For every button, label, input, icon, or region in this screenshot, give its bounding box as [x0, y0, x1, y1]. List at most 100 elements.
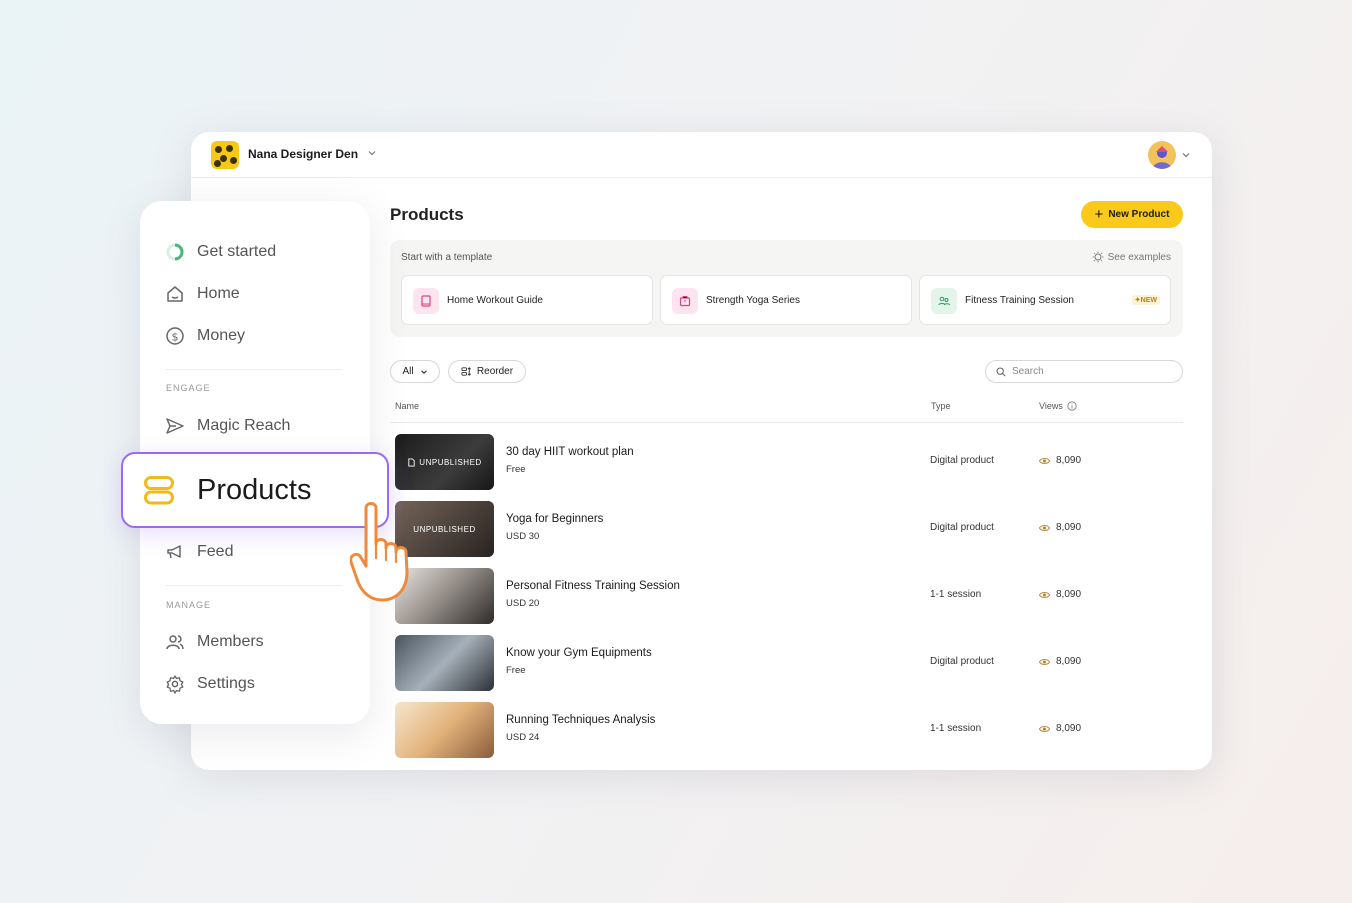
- user-avatar[interactable]: [1148, 141, 1176, 169]
- new-product-label: New Product: [1108, 209, 1170, 220]
- chevron-down-icon[interactable]: [1181, 150, 1191, 160]
- product-thumbnail: [395, 702, 494, 758]
- search-input[interactable]: [1012, 366, 1172, 377]
- column-header-type[interactable]: Type: [931, 401, 951, 411]
- sidebar-item-products[interactable]: Products: [121, 452, 389, 528]
- sidebar-label: Members: [197, 633, 264, 650]
- product-price: USD 30: [506, 531, 540, 542]
- reorder-icon: [461, 367, 471, 376]
- see-examples-label: See examples: [1107, 251, 1171, 263]
- template-label: Fitness Training Session: [965, 295, 1074, 306]
- sidebar-label: Magic Reach: [197, 417, 291, 434]
- product-price: Free: [506, 464, 526, 475]
- members-icon: [166, 635, 184, 650]
- product-thumbnail: UNPUBLISHED: [395, 434, 494, 490]
- template-card-fitness-training[interactable]: Fitness Training Session ✦NEW: [919, 275, 1171, 325]
- table-row[interactable]: Running Techniques Analysis USD 24 1-1 s…: [390, 702, 1183, 760]
- section-manage: MANAGE: [166, 600, 212, 610]
- chevron-down-icon: [420, 369, 427, 374]
- eye-icon: [1039, 457, 1050, 464]
- sidebar-label: Feed: [197, 543, 234, 560]
- product-type: Digital product: [930, 522, 994, 533]
- progress-ring-icon: [166, 243, 184, 261]
- template-heading: Start with a template: [401, 252, 493, 263]
- plus-icon: +: [1094, 205, 1104, 223]
- product-price: USD 20: [506, 598, 540, 609]
- sidebar-label: Get started: [197, 243, 277, 260]
- sidebar-item-home[interactable]: Home: [165, 284, 240, 304]
- product-price: USD 24: [506, 732, 540, 743]
- bees-logo-icon[interactable]: [211, 141, 239, 169]
- product-thumbnail: [395, 635, 494, 691]
- new-product-button[interactable]: + New Product: [1081, 201, 1183, 228]
- table-row[interactable]: UNPUBLISHED Yoga for Beginners USD 30 Di…: [390, 501, 1183, 559]
- product-type: 1-1 session: [930, 723, 982, 734]
- new-badge: ✦NEW: [1131, 295, 1160, 305]
- gear-icon: [166, 675, 184, 694]
- sidebar-item-magic-reach[interactable]: Magic Reach: [165, 416, 290, 436]
- views-header-label: Views: [1039, 401, 1063, 411]
- page-title: Products: [390, 205, 464, 224]
- product-type: 1-1 session: [930, 589, 982, 600]
- product-name[interactable]: Know your Gym Equipments: [506, 647, 652, 659]
- book-icon: [413, 288, 439, 314]
- see-examples-link[interactable]: See examples: [1092, 251, 1171, 263]
- divider: [166, 585, 342, 586]
- sidebar-item-members[interactable]: Members: [165, 632, 264, 652]
- sidebar-item-feed[interactable]: Feed: [165, 542, 233, 562]
- sidebar-item-money[interactable]: $ Money: [165, 326, 245, 346]
- product-price: Free: [506, 665, 526, 676]
- sidebar-item-settings[interactable]: Settings: [165, 674, 255, 694]
- template-card-home-workout[interactable]: Home Workout Guide: [401, 275, 653, 325]
- product-name[interactable]: 30 day HIIT workout plan: [506, 446, 634, 458]
- table-row[interactable]: Personal Fitness Training Session USD 20…: [390, 568, 1183, 626]
- reorder-label: Reorder: [476, 366, 514, 377]
- chevron-down-icon[interactable]: [367, 148, 377, 158]
- sidebar-label: Home: [197, 285, 240, 302]
- community-name[interactable]: Nana Designer Den: [248, 147, 358, 161]
- template-label: Strength Yoga Series: [706, 295, 800, 306]
- header-divider: [390, 422, 1183, 423]
- product-name[interactable]: Personal Fitness Training Session: [506, 580, 680, 592]
- product-name[interactable]: Running Techniques Analysis: [506, 714, 655, 726]
- table-row[interactable]: Know your Gym Equipments Free Digital pr…: [390, 635, 1183, 693]
- product-name[interactable]: Yoga for Beginners: [506, 513, 603, 525]
- send-icon: [166, 418, 184, 434]
- products-icon: [144, 476, 174, 505]
- people-icon: [931, 288, 957, 314]
- section-engage: ENGAGE: [166, 383, 211, 393]
- sidebar-label: Settings: [197, 675, 255, 692]
- product-views: 8,090: [1039, 522, 1081, 533]
- document-icon: [408, 457, 415, 467]
- top-bar: Nana Designer Den: [191, 132, 1212, 178]
- sidebar-item-get-started[interactable]: Get started: [165, 242, 276, 262]
- dollar-circle-icon: $: [166, 327, 184, 345]
- info-icon[interactable]: [1067, 401, 1077, 411]
- divider: [166, 369, 342, 370]
- column-header-name[interactable]: Name: [395, 401, 419, 411]
- template-card-strength-yoga[interactable]: Strength Yoga Series: [660, 275, 912, 325]
- search-box[interactable]: [985, 360, 1183, 383]
- product-type: Digital product: [930, 455, 994, 466]
- home-icon: [167, 286, 183, 302]
- pointer-hand-icon: [350, 502, 409, 602]
- template-label: Home Workout Guide: [447, 295, 543, 306]
- product-views: 8,090: [1039, 723, 1081, 734]
- column-header-views[interactable]: Views: [1039, 401, 1077, 411]
- megaphone-icon: [167, 545, 181, 559]
- product-views: 8,090: [1039, 656, 1081, 667]
- search-icon: [996, 366, 1006, 377]
- table-row[interactable]: UNPUBLISHED 30 day HIIT workout plan Fre…: [390, 434, 1183, 492]
- box-icon: [672, 288, 698, 314]
- product-views: 8,090: [1039, 589, 1081, 600]
- filter-all-label: All: [402, 366, 414, 377]
- template-section: Start with a template See examples Home …: [390, 240, 1183, 337]
- products-label: Products: [197, 473, 312, 506]
- unpublished-badge: UNPUBLISHED: [395, 434, 494, 490]
- reorder-button[interactable]: Reorder: [448, 360, 526, 383]
- eye-icon: [1039, 658, 1050, 665]
- eye-icon: [1039, 524, 1050, 531]
- filter-all-dropdown[interactable]: All: [390, 360, 440, 383]
- lightbulb-icon: [1092, 251, 1104, 263]
- svg-text:$: $: [172, 331, 179, 344]
